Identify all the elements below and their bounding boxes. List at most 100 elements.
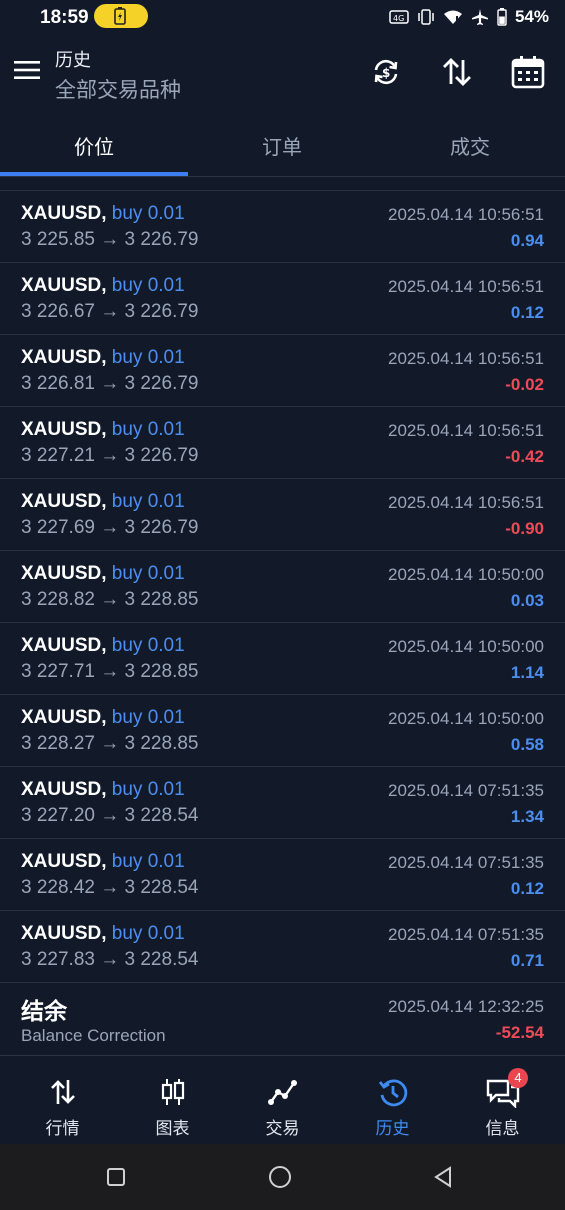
symbol: XAUUSD, [21, 923, 107, 944]
page-title: 历史 [55, 50, 91, 70]
balance-subtitle: Balance Correction [21, 1026, 166, 1045]
symbol: XAUUSD, [21, 851, 107, 872]
symbol-filter[interactable]: 全部交易品种 [55, 74, 181, 104]
deal-time: 2025.04.14 10:50:00 [388, 565, 544, 584]
profit-value: 0.94 [510, 231, 544, 250]
deal-time: 2025.04.14 10:56:51 [388, 493, 544, 512]
airplane-icon [471, 9, 488, 25]
balance-item[interactable]: 结余 Balance Correction 2025.04.14 12:32:2… [0, 983, 565, 1056]
list-item[interactable]: XAUUSD, buy 0.01 3 227.83 → 3 228.54 202… [0, 911, 565, 983]
list-item[interactable]: XAUUSD, buy 0.01 3 228.82 → 3 228.85 202… [0, 551, 565, 623]
tab-positions[interactable]: 价位 [34, 131, 154, 160]
recents-button[interactable] [101, 1162, 131, 1192]
direction: buy 0.01 [111, 491, 185, 512]
direction: buy 0.01 [111, 779, 185, 800]
wifi-icon [443, 10, 462, 24]
svg-text:$: $ [382, 66, 390, 80]
nav-chart[interactable]: 图表 [116, 1060, 229, 1142]
price-change: 3 227.69 → 3 226.79 [21, 517, 199, 538]
list-item[interactable]: XAUUSD, buy 0.01 3 227.20 → 3 228.54 202… [0, 767, 565, 839]
home-icon [269, 1166, 291, 1188]
recents-icon [107, 1168, 125, 1186]
history-tabs: 价位 订单 成交 [0, 114, 565, 177]
battery-icon [497, 8, 507, 26]
home-button[interactable] [265, 1162, 295, 1192]
sync-button[interactable]: $ [366, 52, 406, 92]
tab-deals[interactable]: 成交 [410, 131, 530, 160]
list-item[interactable]: XAUUSD, buy 0.01 3 226.81 → 3 226.79 202… [0, 335, 565, 407]
symbol: XAUUSD, [21, 635, 107, 656]
history-icon [378, 1079, 407, 1107]
deal-time: 2025.04.14 10:56:51 [388, 205, 544, 224]
profit-value: 0.58 [510, 735, 544, 754]
symbol: XAUUSD, [21, 491, 107, 512]
profit-value: 0.12 [510, 879, 544, 898]
battery-percent: 54% [514, 7, 549, 26]
charging-indicator [94, 4, 148, 28]
app-header: 历史 全部交易品种 $ [0, 36, 565, 114]
symbol: XAUUSD, [21, 203, 107, 224]
nav-label: 交易 [265, 1119, 300, 1138]
trade-icon [267, 1080, 297, 1105]
direction: buy 0.01 [111, 563, 185, 584]
nav-trade[interactable]: 交易 [226, 1060, 339, 1142]
price-change: 3 228.27 → 3 228.85 [21, 733, 199, 754]
system-nav-bar [0, 1144, 565, 1210]
list-item[interactable]: XAUUSD, buy 0.01 3 228.42 → 3 228.54 202… [0, 839, 565, 911]
symbol: XAUUSD, [21, 563, 107, 584]
profit-value: -0.42 [505, 447, 544, 466]
symbol: XAUUSD, [21, 779, 107, 800]
deals-list[interactable]: XAUUSD, buy 0.01 3 225.85 → 3 226.79 202… [0, 191, 565, 1056]
price-change: 3 227.20 → 3 228.54 [21, 805, 199, 826]
unread-badge: 4 [508, 1068, 528, 1088]
price-change: 3 228.82 → 3 228.85 [21, 589, 199, 610]
battery-charging-icon [114, 7, 126, 25]
nav-history[interactable]: 历史 [336, 1060, 449, 1142]
profit-value: 0.71 [510, 951, 544, 970]
menu-icon[interactable] [14, 60, 41, 80]
nav-messages[interactable]: 4 信息 [446, 1060, 559, 1142]
vibrate-icon [418, 9, 434, 25]
profit-value: 0.03 [510, 591, 544, 610]
list-item[interactable]: XAUUSD, buy 0.01 3 227.69 → 3 226.79 202… [0, 479, 565, 551]
calendar-button[interactable] [508, 52, 548, 92]
price-change: 3 227.21 → 3 226.79 [21, 445, 199, 466]
sort-button[interactable] [437, 52, 477, 92]
deal-time: 2025.04.14 10:50:00 [388, 709, 544, 728]
direction: buy 0.01 [111, 923, 185, 944]
status-icons: 4G 54% [389, 7, 549, 27]
list-item[interactable]: XAUUSD, buy 0.01 3 227.21 → 3 226.79 202… [0, 407, 565, 479]
price-change: 3 227.71 → 3 228.85 [21, 661, 199, 682]
deal-time: 2025.04.14 10:50:00 [388, 637, 544, 656]
list-item[interactable]: XAUUSD, buy 0.01 3 228.27 → 3 228.85 202… [0, 695, 565, 767]
profit-value: 0.12 [510, 303, 544, 322]
price-change: 3 228.42 → 3 228.54 [21, 877, 199, 898]
price-change: 3 227.83 → 3 228.54 [21, 949, 199, 970]
list-item[interactable]: XAUUSD, buy 0.01 3 227.71 → 3 228.85 202… [0, 623, 565, 695]
nav-label: 行情 [45, 1119, 80, 1138]
back-button[interactable] [428, 1162, 458, 1192]
back-icon [434, 1166, 451, 1188]
balance-amount: -52.54 [495, 1023, 544, 1042]
svg-text:4G: 4G [393, 14, 404, 23]
nav-label: 图表 [155, 1119, 190, 1138]
deal-time: 2025.04.14 07:51:35 [388, 925, 544, 944]
direction: buy 0.01 [111, 419, 185, 440]
deal-time: 2025.04.14 10:56:51 [388, 277, 544, 296]
price-change: 3 226.67 → 3 226.79 [21, 301, 199, 322]
nav-quotes[interactable]: 行情 [6, 1060, 119, 1142]
deal-time: 2025.04.14 10:56:51 [388, 421, 544, 440]
list-item[interactable]: XAUUSD, buy 0.01 3 226.67 → 3 226.79 202… [0, 263, 565, 335]
tab-orders[interactable]: 订单 [222, 131, 342, 160]
list-item[interactable]: XAUUSD, buy 0.01 3 225.85 → 3 226.79 202… [0, 191, 565, 263]
price-change: 3 226.81 → 3 226.79 [21, 373, 199, 394]
direction: buy 0.01 [111, 707, 185, 728]
symbol: XAUUSD, [21, 707, 107, 728]
deal-time: 2025.04.14 07:51:35 [388, 781, 544, 800]
direction: buy 0.01 [111, 635, 185, 656]
deal-time: 2025.04.14 07:51:35 [388, 853, 544, 872]
partial-list-item [0, 176, 565, 191]
direction: buy 0.01 [111, 347, 185, 368]
chart-icon [161, 1079, 184, 1105]
deal-time: 2025.04.14 10:56:51 [388, 349, 544, 368]
